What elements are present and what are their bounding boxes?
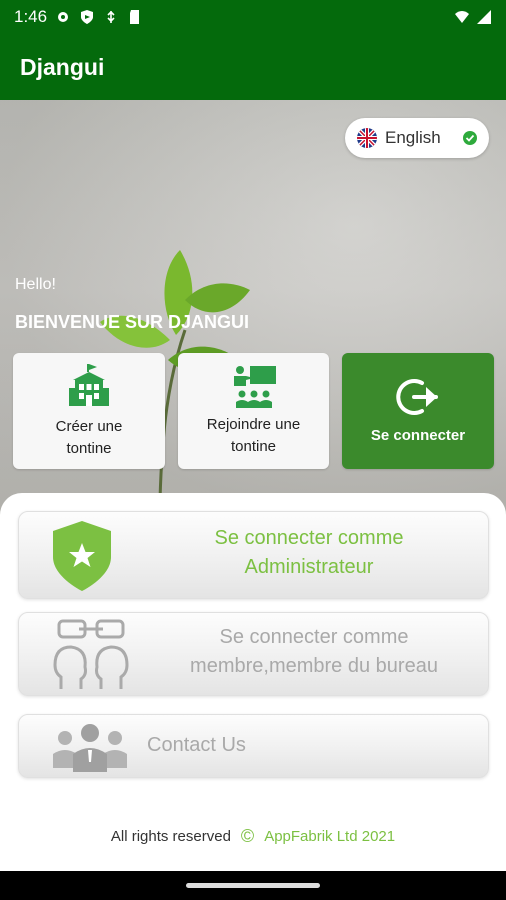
copyright-icon: © bbox=[240, 826, 255, 846]
app-bar: Djangui bbox=[0, 34, 506, 100]
settings-icon bbox=[58, 12, 69, 22]
group-people-icon bbox=[53, 724, 127, 772]
footer: All rights reserved © AppFabrik Ltd 2021 bbox=[0, 826, 506, 847]
footer-rights: All rights reserved bbox=[110, 828, 231, 845]
login-tile[interactable]: Se connecter bbox=[342, 353, 494, 469]
join-tontine-line1: Rejoindre une bbox=[206, 416, 301, 433]
admin-login-button[interactable]: Se connecter comme Administrateur bbox=[18, 511, 489, 599]
shield-star-icon bbox=[53, 521, 111, 591]
member-login-line2: membre,membre du bureau bbox=[190, 655, 438, 677]
system-nav-bar bbox=[0, 871, 506, 900]
member-login-line1: Se connecter comme bbox=[219, 626, 409, 648]
admin-login-line2: Administrateur bbox=[244, 556, 374, 578]
join-tontine-line2: tontine bbox=[230, 438, 277, 455]
create-tontine-tile[interactable]: Créer une tontine bbox=[13, 353, 165, 469]
presentation-board-icon bbox=[233, 366, 276, 408]
app-title: Djangui bbox=[20, 53, 105, 80]
shield-icon bbox=[81, 10, 94, 24]
uk-flag-icon bbox=[357, 128, 377, 148]
greeting-text: Hello! bbox=[15, 276, 56, 293]
signal-icon bbox=[477, 10, 491, 24]
school-building-icon bbox=[69, 364, 109, 406]
member-login-button[interactable]: Se connecter comme membre,membre du bure… bbox=[18, 612, 489, 696]
create-tontine-line2: tontine bbox=[66, 440, 112, 457]
login-arrow-icon bbox=[396, 379, 438, 415]
status-bar: 1:46 bbox=[0, 0, 506, 34]
language-label: English bbox=[385, 128, 441, 147]
wifi-icon bbox=[455, 11, 469, 23]
status-time: 1:46 bbox=[14, 7, 48, 26]
admin-login-line1: Se connecter comme bbox=[214, 527, 404, 549]
welcome-heading: BIENVENUE SUR DJANGUI bbox=[15, 312, 250, 332]
sd-card-icon bbox=[130, 10, 140, 24]
usb-icon bbox=[107, 10, 115, 23]
contact-us-button[interactable]: Contact Us bbox=[18, 714, 489, 778]
footer-brand: AppFabrik Ltd 2021 bbox=[264, 828, 396, 845]
create-tontine-line1: Créer une bbox=[55, 418, 123, 435]
home-gesture-pill[interactable] bbox=[186, 883, 320, 888]
login-label: Se connecter bbox=[370, 427, 466, 444]
check-icon bbox=[463, 131, 477, 145]
linked-heads-icon bbox=[53, 619, 129, 689]
language-selector[interactable]: English bbox=[345, 118, 489, 158]
contact-us-label: Contact Us bbox=[147, 734, 246, 756]
join-tontine-tile[interactable]: Rejoindre une tontine bbox=[178, 353, 329, 469]
